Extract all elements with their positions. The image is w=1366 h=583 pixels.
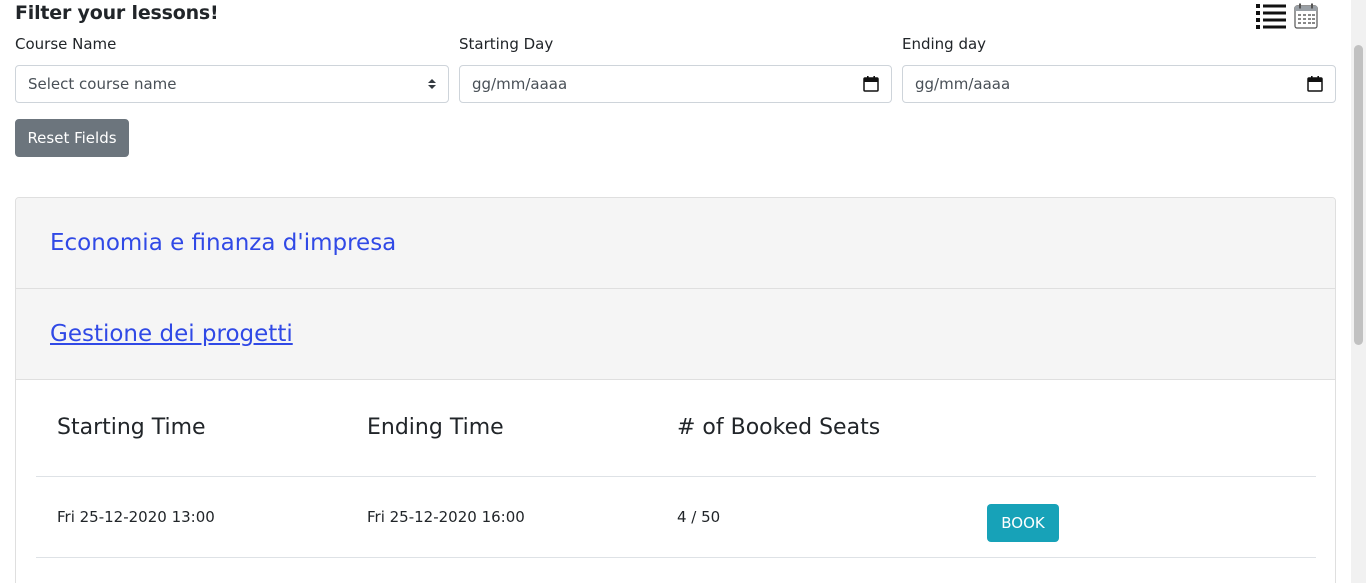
filter-title: Filter your lessons! <box>15 2 219 24</box>
course-name-select[interactable]: Select course name <box>15 65 449 103</box>
view-switcher <box>1256 3 1318 33</box>
course-name-label: Course Name <box>15 35 117 53</box>
courses-accordion: Economia e finanza d'impresa Gestione de… <box>15 197 1336 583</box>
course-header: Economia e finanza d'impresa <box>16 198 1335 289</box>
page-scrollbar[interactable] <box>1351 0 1366 583</box>
lessons-table: Starting Time Ending Time # of Booked Se… <box>36 380 1316 558</box>
table-row: Fri 25-12-2020 13:00 Fri 25-12-2020 16:0… <box>36 476 1316 558</box>
calendar-picker-icon[interactable] <box>1307 76 1323 92</box>
ending-day-label: Ending day <box>902 35 987 53</box>
starting-day-input[interactable]: gg/mm/aaaa <box>459 65 892 103</box>
scrollbar-thumb[interactable] <box>1354 45 1363 345</box>
calendar-view-icon[interactable] <box>1294 3 1318 33</box>
course-lessons-panel: Starting Time Ending Time # of Booked Se… <box>16 380 1335 558</box>
lesson-end-time: Fri 25-12-2020 16:00 <box>346 476 656 558</box>
list-view-icon[interactable] <box>1256 3 1286 33</box>
course-link[interactable]: Economia e finanza d'impresa <box>50 230 396 256</box>
column-header-starting-time: Starting Time <box>36 380 346 477</box>
lesson-booked-seats: 4 / 50 <box>656 476 966 558</box>
starting-day-placeholder: gg/mm/aaaa <box>472 75 568 93</box>
course-name-select-value: Select course name <box>28 75 177 93</box>
table-header-row: Starting Time Ending Time # of Booked Se… <box>36 380 1316 477</box>
lesson-action-cell: BOOK <box>966 476 1316 558</box>
column-header-ending-time: Ending Time <box>346 380 656 477</box>
calendar-picker-icon[interactable] <box>863 76 879 92</box>
column-header-action <box>966 380 1316 477</box>
starting-day-label: Starting Day <box>459 35 554 53</box>
book-button[interactable]: BOOK <box>987 503 1059 542</box>
column-header-booked-seats: # of Booked Seats <box>656 380 966 477</box>
course-link[interactable]: Gestione dei progetti <box>50 321 293 347</box>
reset-fields-button[interactable]: Reset Fields <box>15 119 129 157</box>
ending-day-placeholder: gg/mm/aaaa <box>915 75 1011 93</box>
lessons-page: Filter your lessons! Course Name Select … <box>0 0 1366 583</box>
select-arrows-icon <box>428 78 436 90</box>
ending-day-input[interactable]: gg/mm/aaaa <box>902 65 1336 103</box>
lesson-start-time: Fri 25-12-2020 13:00 <box>36 476 346 558</box>
course-header: Gestione dei progetti <box>16 289 1335 380</box>
